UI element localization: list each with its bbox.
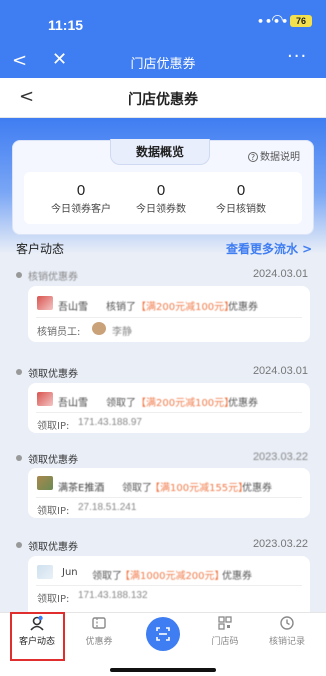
tab-label: 门店码 [211, 637, 239, 647]
coupon-name: 【满200元减100元】 [136, 398, 235, 409]
avatar [37, 392, 53, 406]
coupon-suffix: 优惠券 [228, 398, 258, 409]
avatar [37, 296, 53, 310]
action-text: 领取了 [92, 571, 122, 582]
app-nav-title: 门店优惠券 [130, 57, 196, 72]
avatar [37, 565, 53, 579]
action-text: 领取了 [122, 483, 152, 494]
view-more-link[interactable]: 查看更多流水 > [226, 240, 312, 257]
scan-button[interactable] [146, 617, 180, 651]
selection-highlight [10, 612, 65, 661]
stat-label: 今日领券数 [136, 204, 186, 215]
page-title: 门店优惠券 [128, 92, 198, 108]
entry-dot [16, 369, 22, 375]
activity-card[interactable]: 吾山雪 核销了 【满200元减100元】 优惠券 核销员工: 李静 [28, 286, 310, 342]
more-icon[interactable]: ··· [287, 46, 307, 67]
action-text: 领取了 [106, 398, 136, 409]
entry-dot [16, 272, 22, 278]
coupon-suffix: 优惠券 [228, 302, 258, 313]
question-icon: ? [248, 152, 258, 162]
stat-value: 0 [76, 182, 86, 199]
entry-date: 2023.03.22 [252, 451, 308, 463]
data-overview-tab: 数据概览 [110, 139, 210, 165]
info-label: 领取IP: [37, 506, 70, 517]
entry-type: 核销优惠券 [28, 272, 78, 283]
customer-name: 满茶E推酒 [58, 483, 105, 494]
activity-card[interactable]: Jun 领取了 【满1000元减200元】 优惠券 领取IP: 171.43.1… [28, 556, 310, 612]
info-label: 核销员工: [37, 327, 81, 338]
divider [36, 585, 302, 586]
entry-date: 2024.03.01 [252, 268, 308, 280]
divider [36, 317, 302, 318]
coupon-icon [71, 615, 127, 633]
stat-today-customers: 0 今日领券客户 [41, 182, 121, 216]
app-nav-bar: < ✕ 门店优惠券 ··· [0, 46, 326, 78]
wifi-icon: ◠ [272, 12, 283, 28]
staff-name: 李静 [112, 327, 132, 338]
entry-type: 领取优惠券 [28, 369, 78, 380]
customer-name: Jun [62, 567, 78, 578]
ip-address: 27.18.51.241 [78, 502, 137, 513]
page-nav-bar: < 门店优惠券 [0, 78, 326, 118]
avatar [37, 476, 53, 490]
entry-type: 领取优惠券 [28, 542, 78, 553]
battery-icon: 76 [290, 15, 312, 27]
staff-avatar [92, 322, 106, 335]
tab-coupons[interactable]: 优惠券 [71, 615, 127, 647]
coupon-name: 【满1000元减200元】 [120, 571, 225, 582]
stat-today-claims: 0 今日领券数 [121, 182, 201, 216]
coupon-suffix: 优惠券 [222, 571, 252, 582]
divider [36, 497, 302, 498]
tab-store-code[interactable]: 门店码 [197, 615, 253, 647]
customer-name: 吾山雪 [58, 398, 88, 409]
coupon-name: 【满100元减155元】 [150, 483, 249, 494]
qr-code-icon [197, 615, 253, 633]
entry-date: 2024.03.01 [252, 365, 308, 377]
entry-type: 领取优惠券 [28, 455, 78, 466]
entry-dot [16, 455, 22, 461]
divider [36, 412, 302, 413]
entry-date: 2023.03.22 [252, 538, 308, 550]
activity-card[interactable]: 满茶E推酒 领取了 【满100元减155元】 优惠券 领取IP: 27.18.5… [28, 468, 310, 518]
status-time: 11:15 [48, 17, 84, 33]
tab-label: 优惠券 [85, 637, 113, 647]
history-icon [259, 615, 315, 633]
info-label: 领取IP: [37, 594, 70, 605]
scan-icon [156, 627, 170, 641]
status-bar: 11:15 •••• ◠ 76 [0, 0, 326, 40]
data-explain-link[interactable]: ? 数据说明 [248, 148, 300, 163]
data-explain-label: 数据说明 [260, 152, 300, 163]
stat-label: 今日领券客户 [51, 204, 111, 215]
home-indicator [110, 668, 216, 672]
stat-today-redemptions: 0 今日核销数 [201, 182, 281, 216]
activity-section-title: 客户动态 [16, 242, 65, 256]
tab-label: 核销记录 [268, 637, 305, 647]
action-text: 核销了 [106, 302, 136, 313]
ip-address: 171.43.188.97 [78, 417, 142, 428]
coupon-suffix: 优惠券 [242, 483, 272, 494]
stat-value: 0 [236, 182, 246, 199]
coupon-name: 【满200元减100元】 [136, 302, 235, 313]
stat-label: 今日核销数 [216, 204, 266, 215]
info-label: 领取IP: [37, 421, 70, 432]
ip-address: 171.43.188.132 [78, 590, 148, 601]
tab-redemption-records[interactable]: 核销记录 [259, 615, 315, 647]
activity-card[interactable]: 吾山雪 领取了 【满200元减100元】 优惠券 领取IP: 171.43.18… [28, 383, 310, 433]
entry-dot [16, 542, 22, 548]
customer-name: 吾山雪 [58, 302, 88, 313]
stat-value: 0 [156, 182, 166, 199]
